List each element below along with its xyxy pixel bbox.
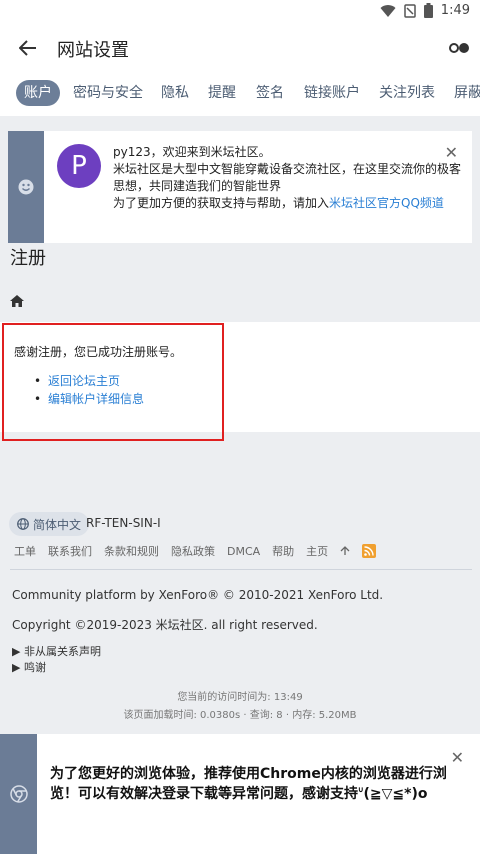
notice-text: py123，欢迎来到米坛社区。 米坛社区是大型中文智能穿戴设备交流社区，在这里交… bbox=[113, 144, 463, 212]
notice-description: 米坛社区是大型中文智能穿戴设备交流社区，在这里交流你的极客思想，共同建造我们的智… bbox=[113, 162, 462, 193]
arrow-left-icon bbox=[19, 40, 36, 56]
tab-password-security[interactable]: 密码与安全 bbox=[65, 80, 151, 106]
tab-account[interactable]: 账户 bbox=[16, 80, 60, 106]
sim-no-signal-icon bbox=[404, 3, 416, 18]
arrow-up-icon[interactable] bbox=[340, 546, 350, 556]
footer-link-tickets[interactable]: 工单 bbox=[14, 543, 36, 559]
page-content: P ✕ py123，欢迎来到米坛社区。 米坛社区是大型中文智能穿戴设备交流社区，… bbox=[0, 116, 480, 734]
tab-following[interactable]: 关注列表 bbox=[371, 80, 443, 106]
footer-link-terms[interactable]: 条款和规则 bbox=[104, 543, 159, 559]
tab-signature[interactable]: 签名 bbox=[248, 80, 292, 106]
visit-time: 您当前的访问时间为: 13:49 bbox=[177, 692, 303, 703]
footer-link-contact[interactable]: 联系我们 bbox=[48, 543, 92, 559]
footer-link-home[interactable]: 主页 bbox=[306, 543, 328, 559]
home-icon bbox=[10, 295, 24, 307]
browser-recommendation-banner: 为了您更好的浏览体验，推荐使用Chrome内核的浏览器进行浏览！可以有效解决登录… bbox=[0, 734, 480, 854]
settings-tabs: 账户 密码与安全 隐私 提醒 签名 链接账户 关注列表 屏蔽 bbox=[0, 72, 480, 116]
style-chooser[interactable]: RF-TEN-SIN-I bbox=[86, 516, 161, 530]
back-button[interactable] bbox=[14, 34, 42, 62]
welcome-notice: P ✕ py123，欢迎来到米坛社区。 米坛社区是大型中文智能穿戴设备交流社区，… bbox=[8, 131, 472, 243]
language-chooser[interactable]: 简体中文 bbox=[9, 512, 90, 536]
notice-support-text: 为了更加方便的获取支持与帮助，请加入 bbox=[113, 196, 330, 210]
language-label: 简体中文 bbox=[33, 517, 82, 532]
qq-channel-link[interactable]: 米坛社区官方QQ频道 bbox=[329, 196, 444, 210]
banner-text: 为了您更好的浏览体验，推荐使用Chrome内核的浏览器进行浏览！可以有效解决登录… bbox=[50, 766, 447, 802]
status-icons: 1:49 bbox=[380, 3, 470, 18]
xenforo-copyright: Community platform by XenForo® © 2010-20… bbox=[12, 588, 384, 602]
user-avatar[interactable]: P bbox=[57, 144, 101, 188]
banner-close-button[interactable]: ✕ bbox=[451, 748, 464, 767]
highlight-box bbox=[2, 323, 224, 441]
banner-sidebar bbox=[0, 734, 37, 854]
wifi-icon bbox=[380, 4, 396, 17]
status-time: 1:49 bbox=[440, 3, 470, 18]
tab-ignoring[interactable]: 屏蔽 bbox=[446, 80, 480, 106]
toggle-dots-icon bbox=[449, 43, 469, 53]
notice-sidebar bbox=[8, 131, 44, 243]
page-title: 注册 bbox=[10, 248, 46, 269]
footer-divider bbox=[10, 569, 472, 570]
affiliation-disclosure[interactable]: ▶ 非从属关系声明 bbox=[12, 643, 101, 659]
footer-link-dmca[interactable]: DMCA bbox=[227, 545, 260, 558]
app-title: 网站设置 bbox=[57, 40, 129, 61]
credits-disclosure[interactable]: ▶ 鸣谢 bbox=[12, 659, 46, 675]
tab-alerts[interactable]: 提醒 bbox=[200, 80, 244, 106]
more-button[interactable] bbox=[448, 38, 470, 58]
site-copyright: Copyright ©2019-2023 米坛社区. all right res… bbox=[12, 618, 318, 632]
notice-greeting: py123，欢迎来到米坛社区。 bbox=[113, 145, 271, 159]
tab-privacy[interactable]: 隐私 bbox=[153, 80, 197, 106]
breadcrumb-home-icon[interactable] bbox=[10, 292, 24, 311]
tab-linked-accounts[interactable]: 链接账户 bbox=[296, 80, 368, 106]
app-bar: 网站设置 bbox=[0, 24, 480, 72]
battery-icon bbox=[423, 3, 433, 18]
footer-link-privacy[interactable]: 隐私政策 bbox=[171, 543, 215, 559]
footer-links: 工单 联系我们 条款和规则 隐私政策 DMCA 帮助 主页 bbox=[14, 543, 377, 559]
globe-icon bbox=[17, 518, 29, 530]
smile-icon bbox=[18, 179, 34, 195]
status-bar: 1:49 bbox=[0, 0, 480, 24]
chrome-icon bbox=[9, 785, 28, 803]
rss-icon[interactable] bbox=[362, 544, 377, 558]
footer-link-help[interactable]: 帮助 bbox=[272, 543, 294, 559]
notice-support: 为了更加方便的获取支持与帮助，请加入米坛社区官方QQ频道 bbox=[113, 195, 463, 212]
page-stats: 该页面加载时间: 0.0380s · 查询: 8 · 内存: 5.20MB bbox=[123, 710, 357, 721]
